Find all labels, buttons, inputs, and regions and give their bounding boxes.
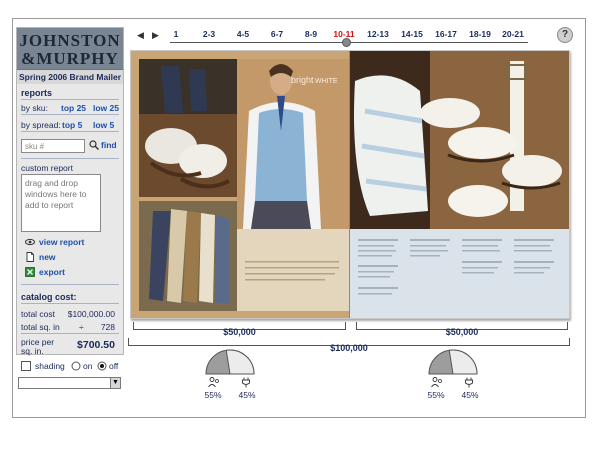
sidebar: JOHNSTON &MURPHY Spring 2006 Brand Maile… [16,27,124,356]
sq-in-label: sq. in. [21,346,44,356]
view-report-link[interactable]: view report [39,237,84,247]
chevron-down-icon[interactable]: ▼ [110,378,120,388]
page-tab-8-9[interactable]: 8-9 [297,29,325,39]
custom-report-drop-zone[interactable]: drag and drop windows here to add to rep… [21,174,101,232]
brand-logo-line1: JOHNSTON [19,31,121,50]
shading-off-radio[interactable] [97,361,107,371]
catalog-cost-heading: catalog cost: [21,292,77,302]
help-button[interactable]: ? [557,27,573,43]
export-link[interactable]: export [39,267,65,277]
page-tab-1[interactable]: 1 [162,29,190,39]
find-link[interactable]: find [101,140,117,150]
left-gauge-pct-b: 45% [238,390,256,400]
new-document-icon[interactable] [25,252,35,262]
divider [21,99,119,100]
plug-icon [242,377,250,388]
shading-checkbox[interactable] [21,361,31,371]
eye-icon[interactable] [25,237,35,247]
page-tab-20-21[interactable]: 20-21 [499,29,527,39]
price-per-sq-in-value: $700.50 [77,339,115,351]
shading-on-radio[interactable] [71,361,81,371]
right-gauge-pct-b: 45% [461,390,479,400]
total-cost-value: $100,000.00 [67,309,115,319]
page-tab-16-17[interactable]: 16-17 [432,29,460,39]
right-page-cost: $50,000 [445,327,479,337]
brand-logo: JOHNSTON &MURPHY [17,28,123,70]
reports-heading: reports [21,88,53,98]
total-cost-label: total cost [21,309,56,319]
divider [21,333,119,334]
right-page-image [350,51,569,318]
next-page-arrow-icon[interactable]: ▶ [152,30,159,41]
new-report-link[interactable]: new [39,252,56,262]
sku-search-input[interactable] [21,139,85,153]
plug-icon [465,377,473,388]
left-page-cost: $50,000 [223,327,256,337]
spread-total-cost: $100,000 [330,343,368,353]
divider [21,303,119,304]
shading-label: shading [35,361,65,371]
prev-page-arrow-icon[interactable]: ◀ [137,30,144,41]
spread-low-5-link[interactable]: low 5 [93,120,114,130]
sku-top-25-link[interactable]: top 25 [61,103,86,113]
custom-report-heading: custom report [21,163,73,173]
brand-logo-line2: &MURPHY [21,49,119,68]
shading-on-label: on [83,361,93,371]
spread-top-5-link[interactable]: top 5 [62,120,82,130]
page-tab-6-7[interactable]: 6-7 [263,29,291,39]
page-tab-2-3[interactable]: 2-3 [195,29,223,39]
search-icon[interactable] [89,140,99,150]
excel-export-icon[interactable] [25,267,35,277]
divider [21,114,119,115]
left-gauge-pct-a: 55% [204,390,222,400]
people-icon [431,377,442,388]
catalog-spread-preview[interactable]: bright WHITE [130,50,570,319]
total-sq-in-value: 728 [100,322,115,332]
gauge-share-slice [448,349,478,375]
page-tab-14-15[interactable]: 14-15 [398,29,426,39]
sku-low-25-link[interactable]: low 25 [93,103,119,113]
right-page-split-gauge [428,349,478,375]
divider [21,131,119,132]
page-tab-12-13[interactable]: 12-13 [364,29,392,39]
shading-off-label: off [109,361,119,371]
people-icon [208,377,219,388]
gauge-share-slice [225,349,255,375]
divide-symbol: ÷ [79,322,84,332]
left-page-split-gauge [205,349,255,375]
view-select-dropdown[interactable]: ▼ [18,377,121,389]
divider [21,284,119,285]
page-tab-4-5[interactable]: 4-5 [229,29,257,39]
total-sq-in-label: total sq. in [21,322,60,332]
right-gauge-pct-a: 55% [427,390,445,400]
left-page-image: bright WHITE [131,51,349,318]
shading-control: shading on off [16,360,124,374]
page-slider-handle[interactable] [342,38,351,47]
headline-white: WHITE [315,78,338,85]
headline-bright: bright [291,75,314,85]
page-tab-18-19[interactable]: 18-19 [466,29,494,39]
by-sku-label: by sku: [21,103,48,113]
divider [21,158,119,159]
catalog-title: Spring 2006 Brand Mailer [17,70,123,84]
by-spread-label: by spread: [21,120,61,130]
